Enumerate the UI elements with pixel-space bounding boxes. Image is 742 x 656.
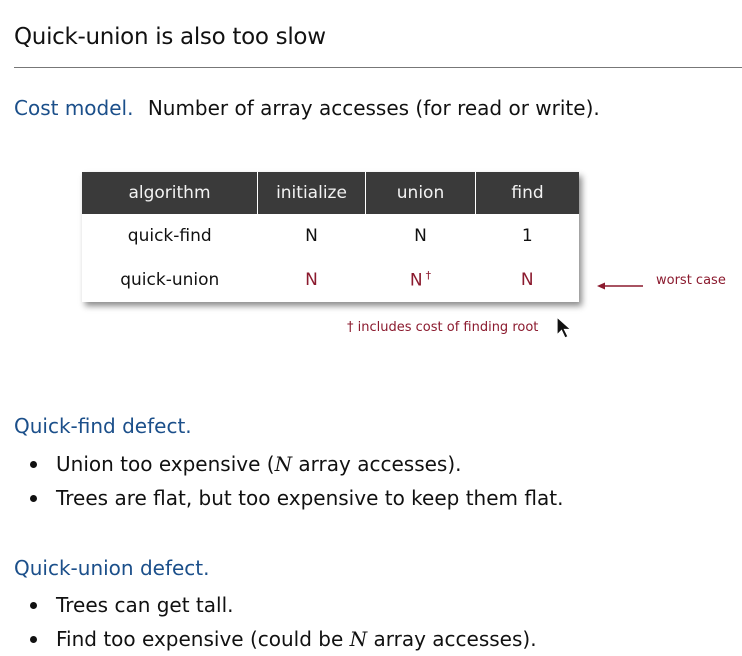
bullet-icon [30,601,37,609]
cell-initialize: N [305,226,318,246]
cell-algorithm: quick-find [127,226,212,246]
cell-union: N † [366,258,476,302]
cost-table-container: algorithm initialize union find quick-fi… [82,172,579,302]
table-row: quick-find N N 1 [82,214,579,258]
cell-union: N [414,226,427,246]
header-union: union [365,172,476,214]
bullet-text: Trees can get tall. [56,593,234,617]
table-row: quick-union N N † N [82,258,579,302]
cost-model-heading: Cost model. [14,96,134,120]
cell-union-value: N [409,270,423,291]
list-item: Union too expensive (N array accesses). [30,447,563,481]
bullet-text: Trees are flat, but too expensive to kee… [56,486,564,510]
quick-find-defect-heading: Quick-find defect. [14,414,192,438]
bullet-icon [30,494,37,502]
list-item: Trees can get tall. [30,588,537,622]
cost-model-text: Number of array accesses (for read or wr… [147,96,600,120]
bullet-text: Union too expensive (N array accesses). [56,452,462,476]
bullet-icon [30,460,37,468]
slide-title: Quick-union is also too slow [14,24,326,50]
cell-find: 1 [521,226,533,246]
mouse-pointer-icon [556,316,573,339]
quick-find-defect-list: Union too expensive (N array accesses). … [30,447,563,515]
cell-find: N [520,270,534,290]
list-item: Trees are flat, but too expensive to kee… [30,481,563,515]
table-header-row: algorithm initialize union find [82,172,579,214]
quick-union-defect-heading: Quick-union defect. [14,556,210,580]
cell-algorithm: quick-union [120,270,220,290]
title-divider [14,67,742,68]
header-find: find [475,172,579,214]
cost-model-line: Cost model. Number of array accesses (fo… [14,96,600,120]
footnote: † includes cost of finding root [347,320,539,335]
header-algorithm: algorithm [82,172,258,214]
bullet-icon [30,635,37,643]
quick-union-defect-list: Trees can get tall. Find too expensive (… [30,588,537,656]
worst-case-label: worst case [656,273,726,288]
dagger-mark: † [425,269,432,283]
header-initialize: initialize [257,172,366,214]
cell-initialize: N [305,270,318,290]
left-arrow-icon [597,282,643,290]
cost-table: algorithm initialize union find quick-fi… [82,172,579,302]
